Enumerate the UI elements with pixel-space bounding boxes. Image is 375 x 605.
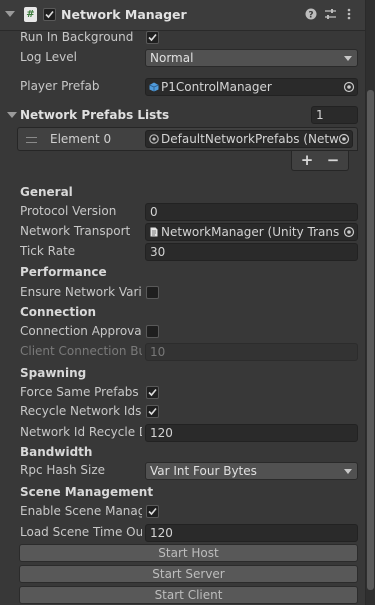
connection-heading: Connection (20, 305, 97, 319)
protocol-version-label: Protocol Version (20, 204, 117, 218)
component-enabled-checkbox[interactable] (43, 8, 56, 21)
object-picker-icon[interactable] (343, 226, 355, 238)
general-heading: General (20, 185, 73, 199)
enable-scene-management-checkbox[interactable] (146, 505, 159, 518)
network-transport-label: Network Transport (20, 224, 131, 238)
rpc-hash-size-dropdown[interactable]: Var Int Four Bytes (145, 462, 358, 480)
ensure-network-variable-label: Ensure Network Varia (20, 285, 142, 299)
ensure-network-variable-checkbox[interactable] (146, 286, 159, 299)
recycle-network-ids-label: Recycle Network Ids (20, 404, 142, 418)
dropdown-arrow-icon (344, 469, 352, 474)
log-level-value: Normal (150, 51, 194, 65)
load-scene-timeout-row: Load Scene Time Out 120 (0, 523, 365, 543)
element-value: DefaultNetworkPrefabs (Netwo (161, 132, 339, 146)
log-level-label: Log Level (20, 50, 77, 64)
remove-element-button[interactable]: − (321, 151, 345, 171)
run-in-background-row: Run In Background (0, 28, 365, 48)
foldout-arrow-icon[interactable] (5, 11, 15, 17)
script-file-icon (150, 227, 158, 237)
client-connection-buffer-row: Client Connection Buf 10 (0, 342, 365, 362)
network-prefabs-lists-title: Network Prefabs Lists (20, 108, 170, 122)
add-element-button[interactable]: + (295, 151, 319, 171)
network-transport-row: Network Transport NetworkManager (Unity … (0, 222, 365, 242)
recycle-network-ids-row: Recycle Network Ids (0, 402, 365, 422)
rpc-hash-size-label: Rpc Hash Size (20, 463, 106, 477)
scrollbar-thumb[interactable] (367, 90, 374, 590)
help-icon[interactable]: ? (305, 8, 317, 23)
script-icon: # (24, 7, 37, 22)
protocol-version-row: Protocol Version 0 (0, 202, 365, 222)
enable-scene-management-row: Enable Scene Manage (0, 502, 365, 522)
player-prefab-label: Player Prefab (20, 79, 100, 93)
player-prefab-value: P1ControlManager (161, 80, 272, 94)
log-level-row: Log Level Normal (0, 48, 365, 68)
start-host-button[interactable]: Start Host (19, 544, 358, 562)
player-prefab-row: Player Prefab P1ControlManager (0, 77, 365, 97)
scrollbar-track[interactable] (365, 0, 375, 605)
load-scene-timeout-field[interactable]: 120 (145, 524, 358, 542)
scene-management-heading: Scene Management (20, 485, 154, 499)
start-server-button[interactable]: Start Server (19, 565, 358, 583)
connection-approval-checkbox[interactable] (146, 325, 159, 338)
run-in-background-checkbox[interactable] (146, 31, 159, 44)
force-same-prefabs-label: Force Same Prefabs (20, 385, 139, 399)
list-size-field[interactable]: 1 (311, 106, 358, 124)
prefab-icon (149, 82, 159, 92)
network-id-recycle-delay-field[interactable]: 120 (145, 424, 358, 442)
tick-rate-field[interactable]: 30 (145, 243, 358, 261)
rpc-hash-size-row: Rpc Hash Size Var Int Four Bytes (0, 461, 365, 481)
player-prefab-field[interactable]: P1ControlManager (145, 78, 358, 96)
recycle-network-ids-checkbox[interactable] (146, 405, 159, 418)
force-same-prefabs-row: Force Same Prefabs (0, 383, 365, 403)
start-client-button[interactable]: Start Client (19, 586, 358, 604)
settings-icon[interactable] (324, 8, 337, 23)
bandwidth-heading: Bandwidth (20, 445, 93, 459)
network-prefabs-lists-header[interactable]: Network Prefabs Lists 1 (0, 104, 365, 126)
drag-handle-icon[interactable] (26, 137, 37, 143)
foldout-arrow-icon[interactable] (7, 112, 17, 118)
component-header[interactable]: # Network Manager ? (0, 0, 365, 31)
spawning-heading: Spawning (20, 366, 87, 380)
run-in-background-label: Run In Background (20, 30, 134, 44)
list-element: Element 0 DefaultNetworkPrefabs (Netwo (17, 127, 358, 151)
scriptable-object-icon (149, 134, 159, 144)
more-icon[interactable] (347, 8, 351, 23)
protocol-version-field[interactable]: 0 (145, 203, 358, 221)
connection-approval-row: Connection Approval (0, 322, 365, 342)
network-transport-field[interactable]: NetworkManager (Unity Transpo (145, 223, 358, 241)
connection-approval-label: Connection Approval (20, 324, 142, 338)
log-level-dropdown[interactable]: Normal (145, 49, 358, 67)
network-transport-value: NetworkManager (Unity Transpo (161, 225, 339, 239)
list-add-remove-controls: + − (291, 151, 349, 171)
tick-rate-label: Tick Rate (20, 244, 76, 258)
client-connection-buffer-label: Client Connection Buf (20, 344, 142, 358)
enable-scene-management-label: Enable Scene Manage (20, 504, 142, 518)
svg-text:?: ? (308, 10, 313, 20)
dropdown-arrow-icon (344, 56, 352, 61)
network-id-recycle-delay-label: Network Id Recycle D (20, 425, 142, 439)
performance-heading: Performance (20, 265, 107, 279)
element-label: Element 0 (50, 132, 112, 146)
client-connection-buffer-field: 10 (145, 343, 358, 361)
component-title: Network Manager (61, 7, 187, 22)
force-same-prefabs-checkbox[interactable] (146, 386, 159, 399)
object-picker-icon[interactable] (343, 81, 355, 93)
load-scene-timeout-label: Load Scene Time Out (20, 525, 142, 539)
inspector-panel: # Network Manager ? Run In Background Lo… (0, 0, 365, 605)
ensure-network-variable-row: Ensure Network Varia (0, 283, 365, 303)
rpc-hash-size-value: Var Int Four Bytes (150, 464, 257, 478)
network-id-recycle-delay-row: Network Id Recycle D 120 (0, 423, 365, 443)
tick-rate-row: Tick Rate 30 (0, 242, 365, 262)
element-object-field[interactable]: DefaultNetworkPrefabs (Netwo (145, 130, 353, 148)
object-picker-icon[interactable] (338, 133, 350, 145)
